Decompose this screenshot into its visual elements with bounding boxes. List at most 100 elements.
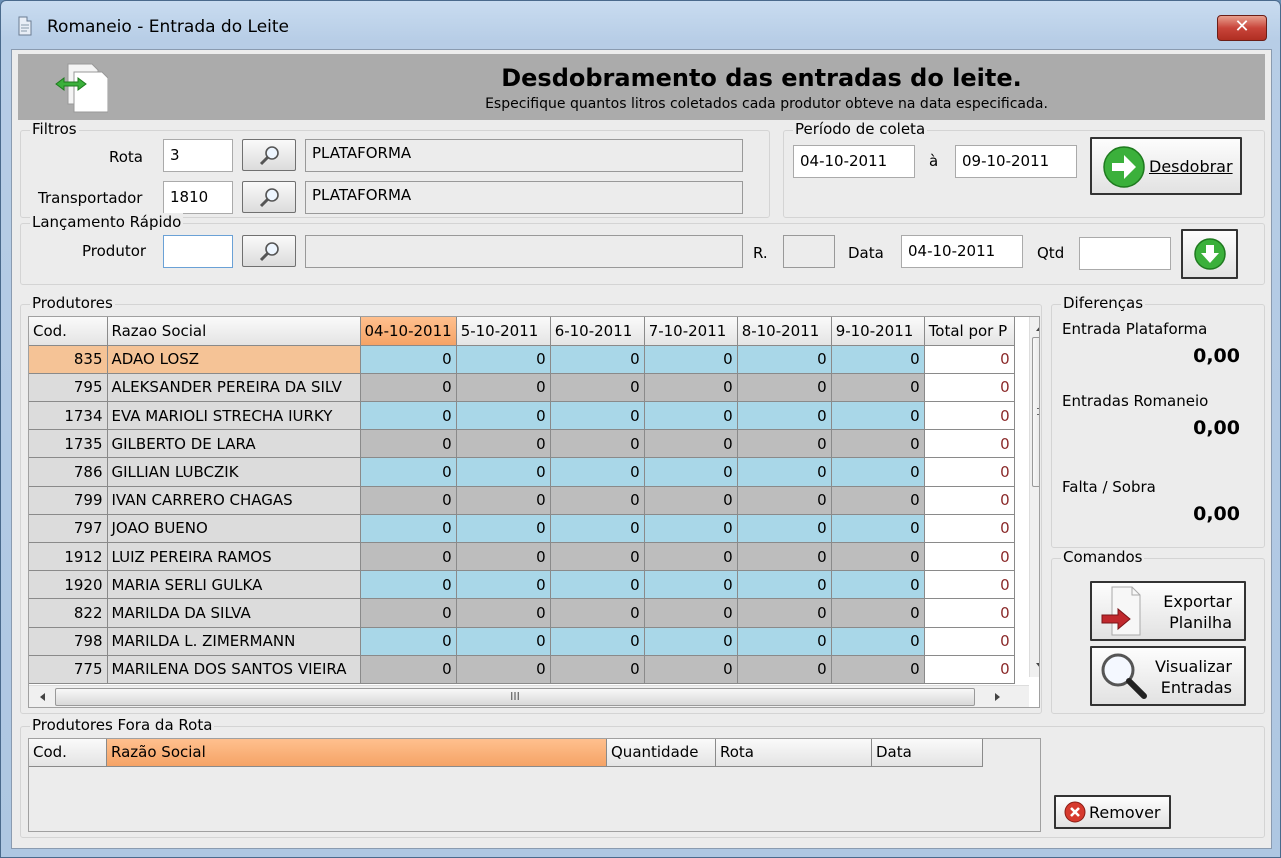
cell-quantity[interactable]: 0 [644, 570, 738, 600]
table-row[interactable]: 786 GILLIAN LUBCZIK 0 0 0 0 0 0 0 [29, 457, 1015, 487]
cell-quantity[interactable]: 0 [737, 401, 832, 431]
cell-quantity[interactable]: 0 [360, 486, 457, 515]
rota-search-button[interactable] [242, 139, 296, 171]
cell-quantity[interactable]: 0 [550, 514, 645, 544]
cell-razao-social[interactable]: IVAN CARRERO CHAGAS [107, 486, 361, 515]
cell-quantity[interactable]: 0 [737, 655, 832, 684]
cell-cod[interactable]: 775 [29, 655, 108, 684]
cell-razao-social[interactable]: GILBERTO DE LARA [107, 429, 361, 459]
cell-quantity[interactable]: 0 [644, 542, 738, 572]
col-header-date-2[interactable]: 5-10-2011 [456, 317, 551, 346]
cell-quantity[interactable]: 0 [737, 514, 832, 544]
lancar-button[interactable] [1181, 229, 1238, 279]
scroll-up-icon[interactable] [1030, 319, 1040, 337]
cell-quantity[interactable]: 0 [737, 429, 832, 459]
cell-razao-social[interactable]: MARILDA L. ZIMERMANN [107, 627, 361, 656]
cell-quantity[interactable]: 0 [456, 542, 551, 572]
transportador-input[interactable]: 1810 [163, 181, 233, 214]
cell-cod[interactable]: 822 [29, 598, 108, 628]
cell-quantity[interactable]: 0 [360, 598, 457, 628]
cell-total[interactable]: 0 [924, 345, 1015, 374]
scroll-down-icon[interactable] [1030, 657, 1040, 675]
cell-quantity[interactable]: 0 [456, 627, 551, 656]
cell-quantity[interactable]: 0 [644, 627, 738, 656]
cell-razao-social[interactable]: JOAO BUENO [107, 514, 361, 544]
table-row[interactable]: 798 MARILDA L. ZIMERMANN 0 0 0 0 0 0 0 [29, 627, 1015, 656]
cell-total[interactable]: 0 [924, 627, 1015, 656]
cell-quantity[interactable]: 0 [550, 486, 645, 515]
cell-razao-social[interactable]: MARILENA DOS SANTOS VIEIRA [107, 655, 361, 684]
cell-total[interactable]: 0 [924, 655, 1015, 684]
cell-quantity[interactable]: 0 [550, 598, 645, 628]
cell-quantity[interactable]: 0 [831, 542, 925, 572]
cell-quantity[interactable]: 0 [550, 655, 645, 684]
cell-quantity[interactable]: 0 [456, 345, 551, 374]
cell-quantity[interactable]: 0 [831, 401, 925, 431]
cell-quantity[interactable]: 0 [360, 514, 457, 544]
produtor-input[interactable] [163, 235, 233, 268]
desdobrar-button[interactable]: Desdobrar [1090, 137, 1242, 195]
cell-cod[interactable]: 797 [29, 514, 108, 544]
cell-razao-social[interactable]: GILLIAN LUBCZIK [107, 457, 361, 487]
col-header-date-5[interactable]: 8-10-2011 [737, 317, 832, 346]
cell-quantity[interactable]: 0 [737, 598, 832, 628]
cell-quantity[interactable]: 0 [550, 570, 645, 600]
cell-quantity[interactable]: 0 [644, 401, 738, 431]
cell-cod[interactable]: 1734 [29, 401, 108, 431]
title-bar[interactable]: Romaneio - Entrada do Leite ✕ [1, 1, 1280, 51]
cell-razao-social[interactable]: ALEKSANDER PEREIRA DA SILV [107, 373, 361, 403]
cell-quantity[interactable]: 0 [737, 345, 832, 374]
cell-quantity[interactable]: 0 [644, 429, 738, 459]
cell-razao-social[interactable]: MARIA SERLI GULKA [107, 570, 361, 600]
col-header-razao-social[interactable]: Razao Social [107, 317, 361, 346]
cell-quantity[interactable]: 0 [644, 655, 738, 684]
table-row[interactable]: 835 ADAO LOSZ 0 0 0 0 0 0 0 [29, 345, 1015, 374]
visualizar-entradas-button[interactable]: Visualizar Entradas [1090, 646, 1246, 706]
cell-cod[interactable]: 786 [29, 457, 108, 487]
col-header-cod[interactable]: Cod. [29, 317, 108, 346]
cell-quantity[interactable]: 0 [456, 655, 551, 684]
cell-quantity[interactable]: 0 [644, 457, 738, 487]
cell-quantity[interactable]: 0 [550, 627, 645, 656]
col-header-date-1[interactable]: 04-10-2011 [360, 317, 457, 346]
cell-quantity[interactable]: 0 [831, 514, 925, 544]
cell-razao-social[interactable]: ADAO LOSZ [107, 345, 361, 374]
cell-quantity[interactable]: 0 [737, 542, 832, 572]
cell-quantity[interactable]: 0 [456, 429, 551, 459]
cell-quantity[interactable]: 0 [360, 401, 457, 431]
cell-quantity[interactable]: 0 [360, 570, 457, 600]
cell-quantity[interactable]: 0 [644, 514, 738, 544]
cell-quantity[interactable]: 0 [550, 457, 645, 487]
cell-razao-social[interactable]: MARILDA DA SILVA [107, 598, 361, 628]
vertical-scrollbar[interactable] [1029, 317, 1040, 677]
cell-quantity[interactable]: 0 [831, 486, 925, 515]
cell-cod[interactable]: 1920 [29, 570, 108, 600]
cell-total[interactable]: 0 [924, 514, 1015, 544]
cell-razao-social[interactable]: LUIZ PEREIRA RAMOS [107, 542, 361, 572]
cell-quantity[interactable]: 0 [360, 373, 457, 403]
cell-razao-social[interactable]: EVA MARIOLI STRECHA IURKY [107, 401, 361, 431]
data-input[interactable]: 04-10-2011 [901, 235, 1023, 268]
cell-quantity[interactable]: 0 [644, 373, 738, 403]
cell-quantity[interactable]: 0 [456, 401, 551, 431]
cell-cod[interactable]: 795 [29, 373, 108, 403]
periodo-end-input[interactable]: 09-10-2011 [955, 145, 1077, 178]
cell-quantity[interactable]: 0 [360, 655, 457, 684]
cell-cod[interactable]: 799 [29, 486, 108, 515]
col-header-total[interactable]: Total por P [924, 317, 1015, 346]
table-row[interactable]: 822 MARILDA DA SILVA 0 0 0 0 0 0 0 [29, 598, 1015, 628]
cell-quantity[interactable]: 0 [737, 570, 832, 600]
cell-quantity[interactable]: 0 [644, 486, 738, 515]
cell-quantity[interactable]: 0 [644, 598, 738, 628]
cell-quantity[interactable]: 0 [831, 429, 925, 459]
cell-quantity[interactable]: 0 [831, 655, 925, 684]
cell-cod[interactable]: 798 [29, 627, 108, 656]
cell-cod[interactable]: 1912 [29, 542, 108, 572]
scroll-right-icon[interactable] [989, 687, 1007, 707]
cell-quantity[interactable]: 0 [550, 345, 645, 374]
cell-total[interactable]: 0 [924, 401, 1015, 431]
cell-quantity[interactable]: 0 [456, 457, 551, 487]
produtor-search-button[interactable] [242, 235, 296, 267]
table-row[interactable]: 795 ALEKSANDER PEREIRA DA SILV 0 0 0 0 0 0 0 [29, 373, 1015, 403]
cell-quantity[interactable]: 0 [456, 486, 551, 515]
